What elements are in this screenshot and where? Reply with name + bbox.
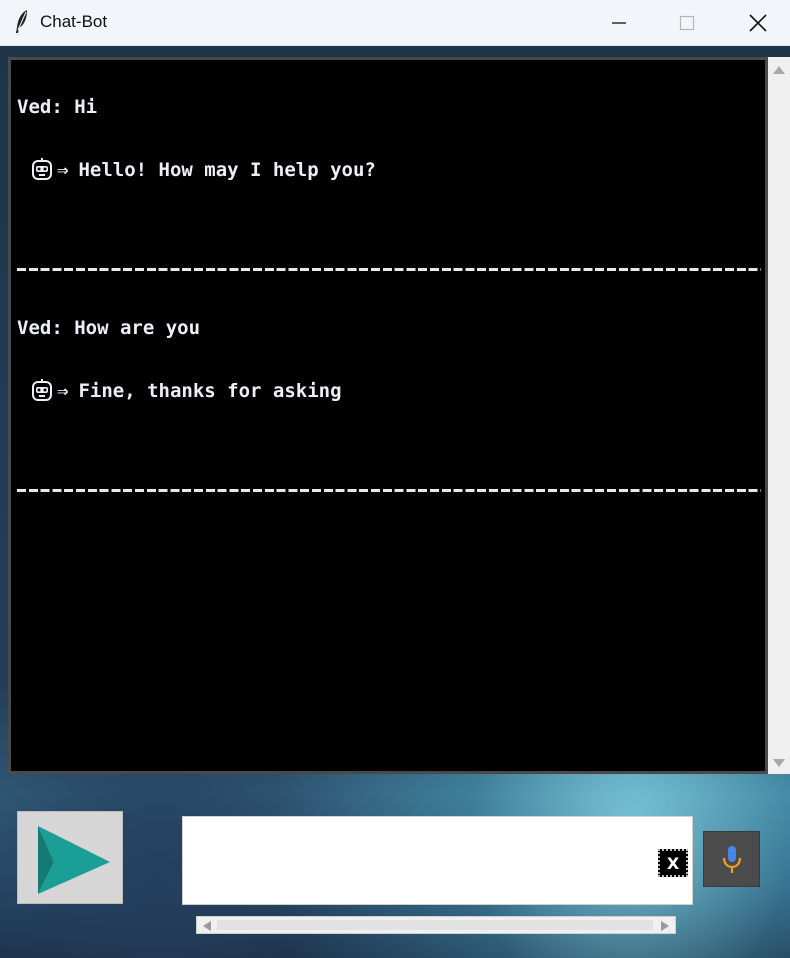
message-separator [17, 489, 761, 492]
bot-message-text: Hello! How may I help you? [78, 159, 376, 181]
maximize-button[interactable] [655, 0, 719, 46]
scroll-right-icon[interactable] [661, 921, 669, 931]
input-scrollbar[interactable] [196, 916, 676, 934]
feather-icon [16, 10, 27, 33]
bot-message-text: Fine, thanks for asking [78, 380, 342, 402]
window-title: Chat-Bot [40, 12, 108, 31]
minimize-icon [612, 22, 626, 24]
message-input[interactable] [189, 823, 655, 899]
close-button[interactable] [726, 0, 790, 46]
bot-message: ⇒ Hello! How may I help you? [17, 158, 376, 182]
chat-scrollbar[interactable] [768, 57, 790, 774]
chat-log[interactable]: Ved: Hi ⇒ Hello! How may I help you? Ved… [11, 60, 765, 771]
microphone-icon [722, 846, 742, 873]
send-arrow-icon [38, 826, 110, 894]
scroll-left-icon[interactable] [203, 921, 211, 931]
arrow-icon: ⇒ [57, 380, 69, 402]
robot-icon [32, 379, 52, 401]
arrow-icon: ⇒ [57, 159, 69, 181]
voice-input-button[interactable] [703, 831, 760, 887]
message-separator [17, 268, 761, 271]
robot-icon [32, 158, 52, 180]
scroll-down-icon[interactable] [772, 758, 786, 768]
send-button[interactable] [17, 811, 123, 904]
bot-message: ⇒ Fine, thanks for asking [17, 379, 342, 403]
clear-input-button[interactable]: X [658, 849, 688, 877]
chat-log-frame: Ved: Hi ⇒ Hello! How may I help you? Ved… [8, 57, 768, 774]
maximize-icon [679, 15, 695, 31]
message-input-box: X [182, 816, 693, 905]
scrollbar-thumb[interactable] [217, 920, 653, 930]
close-icon [749, 14, 767, 32]
scroll-up-icon[interactable] [772, 65, 786, 75]
minimize-button[interactable] [587, 0, 651, 46]
title-bar: Chat-Bot [0, 0, 790, 46]
user-message: Ved: Hi [17, 96, 98, 118]
user-message: Ved: How are you [17, 317, 201, 339]
